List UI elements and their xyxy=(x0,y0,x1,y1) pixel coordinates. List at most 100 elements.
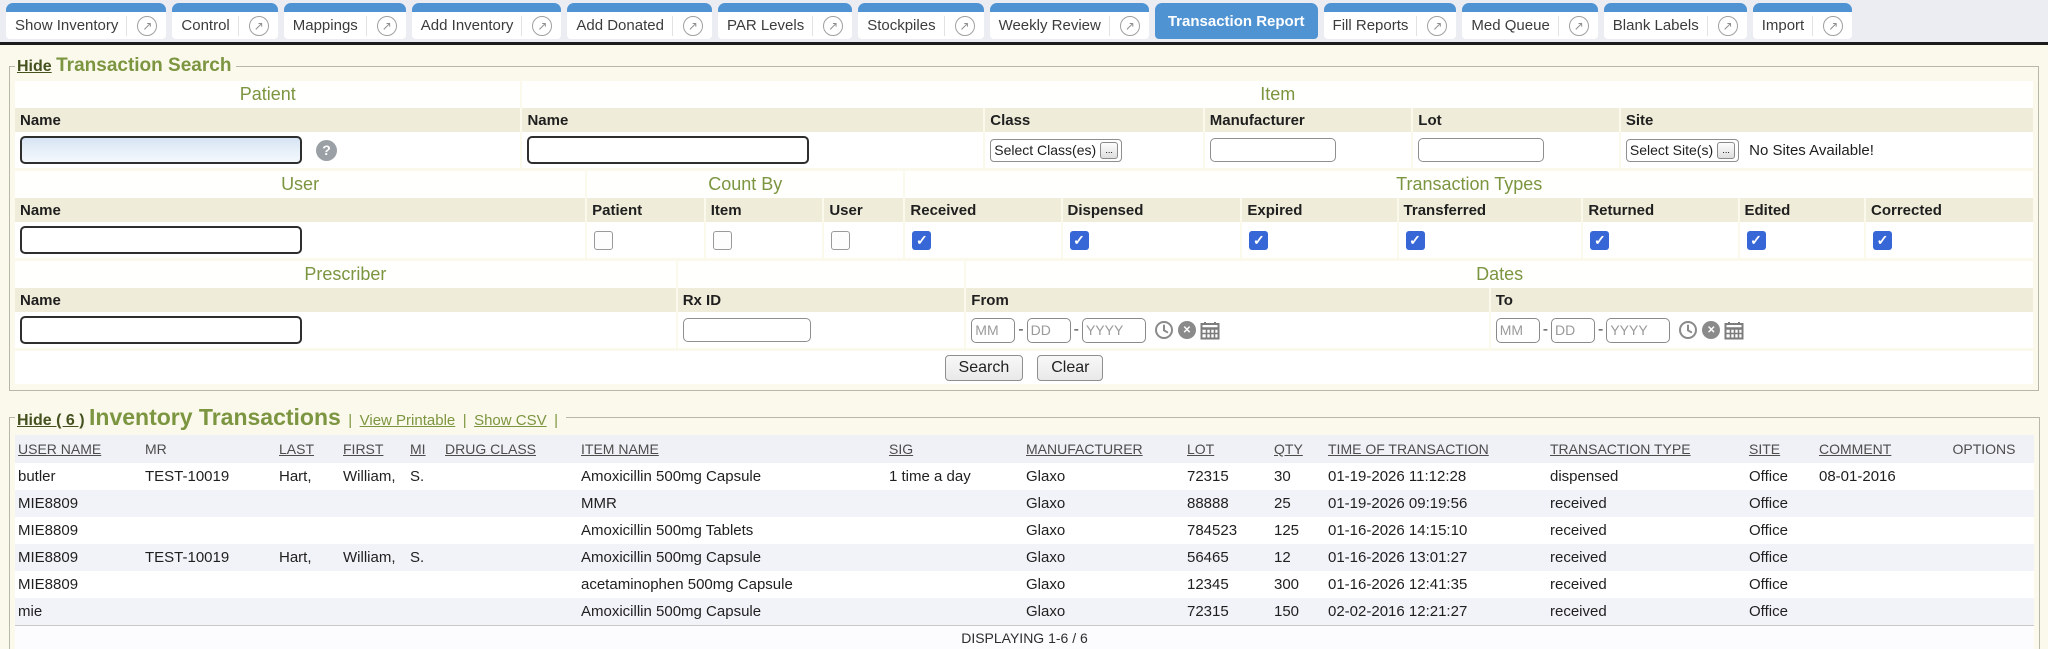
site-picker-button[interactable]: ... xyxy=(1717,142,1735,159)
tab-mappings[interactable]: Mappings↗ xyxy=(284,3,406,39)
from-month-input[interactable] xyxy=(971,318,1015,343)
class-select-box[interactable]: Select Class(es) ... xyxy=(990,139,1122,162)
tab-divider xyxy=(1707,16,1708,36)
date-to-label: To xyxy=(1491,288,2033,312)
tab-stockpiles[interactable]: Stockpiles↗ xyxy=(858,3,983,39)
to-month-input[interactable] xyxy=(1496,318,1540,343)
hide-search-link[interactable]: Hide xyxy=(17,58,52,75)
col-header-manufacturer[interactable]: MANUFACTURER xyxy=(1023,435,1184,463)
view-printable-link[interactable]: View Printable xyxy=(360,412,456,429)
checkbox-transferred[interactable]: ✓ xyxy=(1406,231,1425,250)
cell-site: Office xyxy=(1746,517,1816,544)
table-row: MIE8809acetaminophen 500mg CapsuleGlaxo1… xyxy=(15,571,2034,598)
cell-first xyxy=(340,571,407,598)
col-header-last[interactable]: LAST xyxy=(276,435,340,463)
user-name-input[interactable] xyxy=(20,226,302,254)
rx-id-input[interactable] xyxy=(683,318,811,342)
lot-input[interactable] xyxy=(1418,138,1544,162)
cell-transaction-type: received xyxy=(1547,490,1746,517)
from-day-input[interactable] xyxy=(1027,318,1071,343)
checkbox-corrected[interactable]: ✓ xyxy=(1873,231,1892,250)
checkbox-item[interactable] xyxy=(713,231,732,250)
tab-add-inventory[interactable]: Add Inventory↗ xyxy=(412,3,562,39)
tab-par-levels[interactable]: PAR Levels↗ xyxy=(718,3,852,39)
checkbox-patient[interactable] xyxy=(594,231,613,250)
checkbox-returned[interactable]: ✓ xyxy=(1590,231,1609,250)
popout-icon[interactable]: ↗ xyxy=(683,16,703,36)
cell-manufacturer: Glaxo xyxy=(1023,490,1184,517)
checkbox-cell-item xyxy=(706,222,823,258)
col-header-first[interactable]: FIRST xyxy=(340,435,407,463)
popout-icon[interactable]: ↗ xyxy=(823,16,843,36)
col-header-site[interactable]: SITE xyxy=(1746,435,1816,463)
col-header-sig[interactable]: SIG xyxy=(886,435,1023,463)
item-name-input[interactable] xyxy=(527,136,809,164)
cell-qty: 150 xyxy=(1271,598,1325,625)
popout-icon[interactable]: ↗ xyxy=(1120,16,1140,36)
cell-last xyxy=(276,598,340,625)
popout-icon[interactable]: ↗ xyxy=(1427,16,1447,36)
cell-time-of-transaction: 01-16-2026 14:15:10 xyxy=(1325,517,1547,544)
clock-icon[interactable] xyxy=(1154,320,1174,340)
checkbox-expired[interactable]: ✓ xyxy=(1249,231,1268,250)
popout-icon[interactable]: ↗ xyxy=(1823,16,1843,36)
tab-import[interactable]: Import↗ xyxy=(1753,3,1853,39)
calendar-icon[interactable] xyxy=(1724,321,1744,340)
site-select-box[interactable]: Select Site(s) ... xyxy=(1626,139,1739,162)
tab-med-queue[interactable]: Med Queue↗ xyxy=(1462,3,1597,39)
col-header-user-name[interactable]: USER NAME xyxy=(15,435,142,463)
checkbox-user[interactable] xyxy=(831,231,850,250)
clear-button[interactable]: Clear xyxy=(1037,355,1103,381)
prescriber-name-input[interactable] xyxy=(20,316,302,344)
col-header-transaction-type[interactable]: TRANSACTION TYPE xyxy=(1547,435,1746,463)
col-header-item-name[interactable]: ITEM NAME xyxy=(578,435,886,463)
popout-icon[interactable]: ↗ xyxy=(955,16,975,36)
hide-results-link[interactable]: Hide ( 6 ) xyxy=(17,412,85,429)
tab-add-donated[interactable]: Add Donated↗ xyxy=(567,3,712,39)
manufacturer-input[interactable] xyxy=(1210,138,1336,162)
help-icon[interactable]: ? xyxy=(316,140,337,161)
col-header-drug-class[interactable]: DRUG CLASS xyxy=(442,435,578,463)
popout-icon[interactable]: ↗ xyxy=(532,16,552,36)
tab-transaction-report[interactable]: Transaction Report xyxy=(1155,3,1318,39)
col-header-mi[interactable]: MI xyxy=(407,435,442,463)
popout-icon[interactable]: ↗ xyxy=(1718,16,1738,36)
search-button[interactable]: Search xyxy=(945,355,1024,381)
col-header-qty[interactable]: QTY xyxy=(1271,435,1325,463)
tab-show-inventory[interactable]: Show Inventory↗ xyxy=(6,3,166,39)
cell-last xyxy=(276,517,340,544)
patient-name-input[interactable] xyxy=(20,136,302,164)
tab-control[interactable]: Control↗ xyxy=(172,3,277,39)
user-countby-types-band: UserCount ByTransaction TypesNamePatient… xyxy=(15,171,2033,258)
tab-weekly-review[interactable]: Weekly Review↗ xyxy=(990,3,1149,39)
cell-options xyxy=(1934,571,2034,598)
popout-icon[interactable]: ↗ xyxy=(377,16,397,36)
to-year-input[interactable] xyxy=(1606,318,1670,343)
checkbox-dispensed[interactable]: ✓ xyxy=(1070,231,1089,250)
tab-fill-reports[interactable]: Fill Reports↗ xyxy=(1324,3,1457,39)
col-header-comment[interactable]: COMMENT xyxy=(1816,435,1934,463)
col-header-lot[interactable]: LOT xyxy=(1184,435,1271,463)
clock-icon[interactable] xyxy=(1678,320,1698,340)
popout-icon[interactable]: ↗ xyxy=(1569,16,1589,36)
class-picker-button[interactable]: ... xyxy=(1100,142,1118,159)
calendar-icon[interactable] xyxy=(1200,321,1220,340)
checkbox-received[interactable]: ✓ xyxy=(912,231,931,250)
prescriber-name-label: Name xyxy=(15,288,676,312)
cell-site: Office xyxy=(1746,598,1816,625)
popout-icon[interactable]: ↗ xyxy=(249,16,269,36)
clear-date-icon[interactable]: ✕ xyxy=(1178,321,1196,339)
cell-mr: TEST-10019 xyxy=(142,463,276,490)
section-header-user: User xyxy=(15,171,585,198)
tab-body: Add Inventory↗ xyxy=(412,12,562,39)
cell-qty: 12 xyxy=(1271,544,1325,571)
show-csv-link[interactable]: Show CSV xyxy=(474,412,547,429)
from-year-input[interactable] xyxy=(1082,318,1146,343)
popout-icon[interactable]: ↗ xyxy=(137,16,157,36)
col-header-time-of-transaction[interactable]: TIME OF TRANSACTION xyxy=(1325,435,1547,463)
clear-date-icon[interactable]: ✕ xyxy=(1702,321,1720,339)
to-day-input[interactable] xyxy=(1551,318,1595,343)
tab-blank-labels[interactable]: Blank Labels↗ xyxy=(1604,3,1747,39)
date-to-widget: - - ✕ xyxy=(1496,318,1745,343)
checkbox-edited[interactable]: ✓ xyxy=(1747,231,1766,250)
